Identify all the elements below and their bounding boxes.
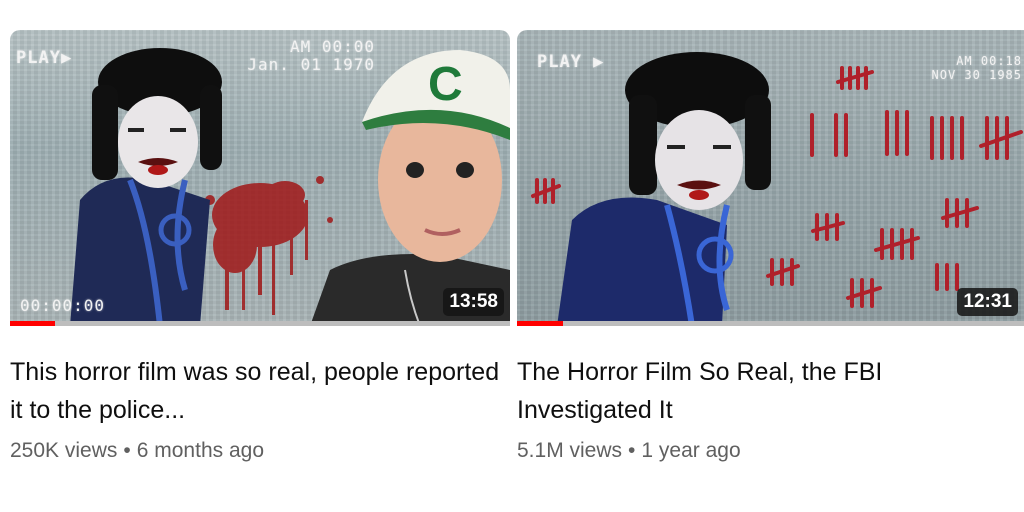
- video-thumbnail[interactable]: PLAY ▶ AM 00:18 NOV 30 1985 12:31: [517, 30, 1024, 326]
- meta-separator: •: [123, 439, 131, 462]
- video-card-1[interactable]: C PLAY▶ AM 00:00 Jan. 01 1970 00:00:00 1…: [10, 30, 510, 463]
- watch-progress-fill: [10, 321, 55, 326]
- thumbnail-illustration: C: [70, 48, 510, 326]
- video-metadata: 250K views • 6 months ago: [10, 439, 510, 463]
- watch-progress-bar: [517, 321, 1024, 326]
- vhs-counter: 00:00:00: [20, 296, 106, 315]
- upload-age: 1 year ago: [641, 439, 741, 462]
- view-count: 5.1M views: [517, 439, 623, 462]
- svg-text:C: C: [428, 58, 463, 111]
- vhs-play-label: PLAY ▶: [537, 52, 605, 72]
- meta-separator: •: [628, 439, 636, 462]
- video-metadata: 5.1M views • 1 year ago: [517, 439, 1024, 463]
- upload-age: 6 months ago: [136, 439, 265, 462]
- video-title[interactable]: The Horror Film So Real, the FBI Investi…: [517, 353, 937, 429]
- video-thumbnail[interactable]: C PLAY▶ AM 00:00 Jan. 01 1970 00:00:00 1…: [10, 30, 510, 326]
- vhs-date: NOV 30 1985: [931, 68, 1022, 82]
- duration-badge: 13:58: [443, 288, 504, 316]
- vhs-date: Jan. 01 1970: [247, 55, 375, 74]
- watch-progress-bar: [10, 321, 510, 326]
- vhs-timestamp: AM 00:18 NOV 30 1985: [882, 54, 1022, 82]
- video-card-2[interactable]: PLAY ▶ AM 00:18 NOV 30 1985 12:31 The Ho…: [517, 30, 1024, 463]
- vhs-timestamp: AM 00:00 Jan. 01 1970: [215, 38, 375, 74]
- watch-progress-fill: [517, 321, 563, 326]
- vhs-time: AM 00:18: [956, 54, 1022, 68]
- vhs-time: AM 00:00: [289, 37, 375, 56]
- view-count: 250K views: [10, 439, 118, 462]
- vhs-play-label: PLAY▶: [16, 48, 73, 68]
- video-title[interactable]: This horror film was so real, people rep…: [10, 353, 510, 429]
- duration-badge: 12:31: [957, 288, 1018, 316]
